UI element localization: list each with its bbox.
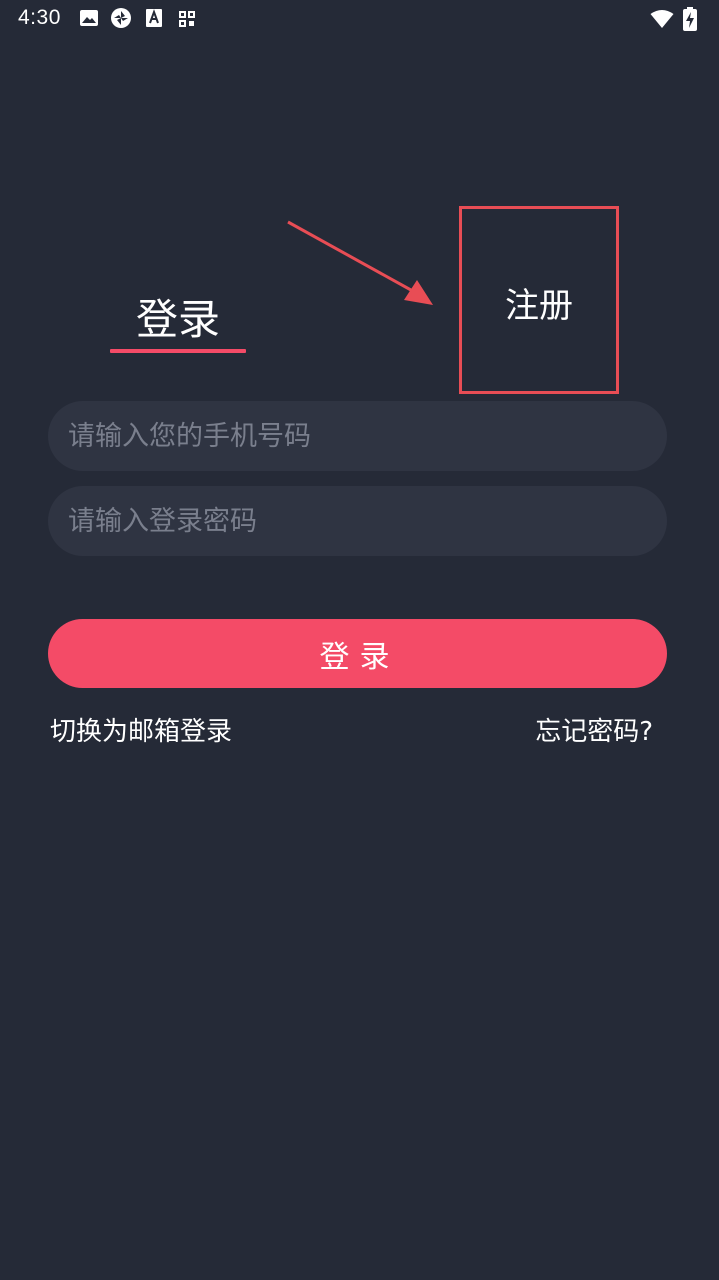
- aperture-icon: [110, 7, 132, 29]
- tab-register-label: 注册: [505, 285, 573, 326]
- annotation-arrow-icon: [287, 220, 433, 305]
- status-time: 4:30: [18, 6, 61, 29]
- battery-charging-icon: [683, 7, 697, 31]
- wifi-icon: [650, 9, 674, 29]
- password-field[interactable]: [48, 486, 667, 556]
- switch-to-email-link[interactable]: 切换为邮箱登录: [50, 712, 232, 752]
- image-icon: [79, 8, 99, 28]
- phone-input[interactable]: [68, 420, 667, 452]
- font-icon: [146, 9, 162, 27]
- forgot-password-link[interactable]: 忘记密码?: [535, 712, 653, 752]
- tab-register[interactable]: 注册: [459, 206, 619, 394]
- login-button[interactable]: 登录: [48, 619, 667, 688]
- qr-icon: [179, 11, 195, 27]
- tab-login[interactable]: 登录: [110, 290, 246, 350]
- password-input[interactable]: [68, 505, 667, 537]
- status-bar: 4:30: [0, 0, 719, 40]
- phone-field[interactable]: [48, 401, 667, 471]
- tab-login-underline: [110, 349, 246, 353]
